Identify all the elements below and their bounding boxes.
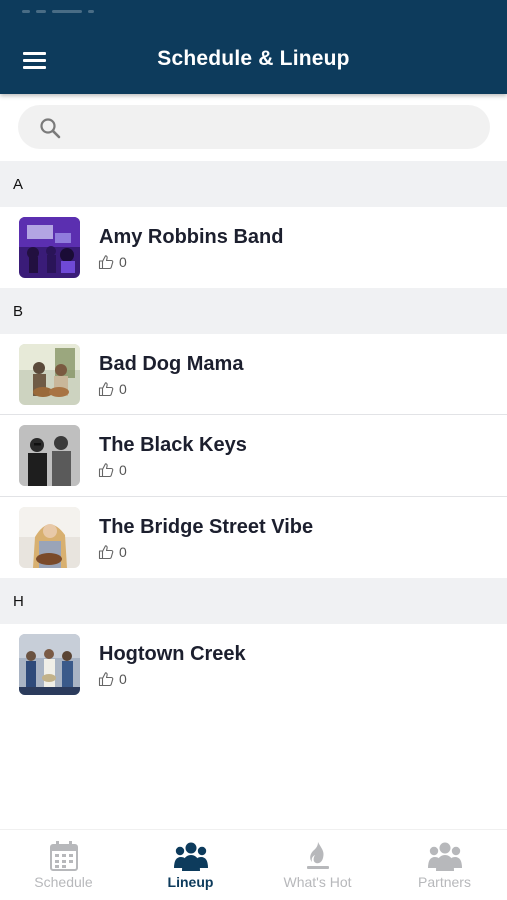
thumbs-up-icon bbox=[98, 255, 114, 270]
like-count[interactable]: 0 bbox=[98, 544, 127, 560]
like-count-value: 0 bbox=[119, 671, 127, 687]
section-letter: B bbox=[13, 302, 24, 320]
page-title: Schedule & Lineup bbox=[157, 47, 350, 70]
people-group-icon bbox=[173, 842, 208, 871]
tab-label: Lineup bbox=[167, 874, 214, 890]
tab-whats-hot[interactable]: What's Hot bbox=[254, 830, 381, 900]
tab-schedule[interactable]: Schedule bbox=[0, 830, 127, 900]
like-count[interactable]: 0 bbox=[98, 462, 127, 478]
tab-label: Schedule bbox=[34, 874, 93, 890]
app-screen: Schedule & Lineup A Amy Robbins Band 0 B… bbox=[0, 0, 507, 900]
artist-photo bbox=[19, 507, 80, 568]
thumbs-up-icon bbox=[98, 382, 114, 397]
app-header: Schedule & Lineup bbox=[0, 0, 507, 94]
artist-photo bbox=[19, 217, 80, 278]
search-bar bbox=[18, 105, 490, 149]
section-header-a: A bbox=[0, 161, 507, 207]
thumbs-up-icon bbox=[98, 545, 114, 560]
search-input[interactable] bbox=[18, 105, 490, 149]
people-group-icon bbox=[427, 842, 462, 871]
artist-photo bbox=[19, 425, 80, 486]
list-item[interactable]: Bad Dog Mama 0 bbox=[0, 334, 507, 415]
artist-photo bbox=[19, 344, 80, 405]
list-item[interactable]: The Black Keys 0 bbox=[0, 415, 507, 497]
list-item[interactable]: Hogtown Creek 0 bbox=[0, 624, 507, 705]
lineup-list: A Amy Robbins Band 0 B Bad Dog Mama 0 Th… bbox=[0, 161, 507, 705]
list-item[interactable]: Amy Robbins Band 0 bbox=[0, 207, 507, 288]
like-count[interactable]: 0 bbox=[98, 254, 127, 270]
like-count-value: 0 bbox=[119, 254, 127, 270]
list-item[interactable]: The Bridge Street Vibe 0 bbox=[0, 497, 507, 578]
like-count-value: 0 bbox=[119, 381, 127, 397]
tab-label: Partners bbox=[418, 874, 471, 890]
artist-photo bbox=[19, 634, 80, 695]
calendar-icon bbox=[49, 841, 78, 871]
like-count[interactable]: 0 bbox=[98, 381, 127, 397]
artist-name: Bad Dog Mama bbox=[99, 353, 244, 375]
artist-name: The Bridge Street Vibe bbox=[99, 516, 314, 538]
section-letter: H bbox=[13, 592, 24, 610]
section-header-h: H bbox=[0, 578, 507, 624]
flame-icon bbox=[306, 842, 329, 869]
artist-name: The Black Keys bbox=[99, 434, 247, 456]
thumbs-up-icon bbox=[98, 463, 114, 478]
like-count[interactable]: 0 bbox=[98, 671, 127, 687]
thumbs-up-icon bbox=[98, 672, 114, 687]
like-count-value: 0 bbox=[119, 544, 127, 560]
tab-lineup[interactable]: Lineup bbox=[127, 830, 254, 900]
artist-name: Hogtown Creek bbox=[99, 643, 246, 665]
bottom-tab-bar: Schedule Lineup What's Hot Partners bbox=[0, 829, 507, 900]
like-count-value: 0 bbox=[119, 462, 127, 478]
status-bar bbox=[22, 0, 112, 13]
artist-name: Amy Robbins Band bbox=[99, 226, 284, 248]
tab-partners[interactable]: Partners bbox=[381, 830, 507, 900]
section-header-b: B bbox=[0, 288, 507, 334]
section-letter: A bbox=[13, 175, 24, 193]
search-icon bbox=[40, 118, 61, 139]
tab-label: What's Hot bbox=[283, 874, 352, 890]
